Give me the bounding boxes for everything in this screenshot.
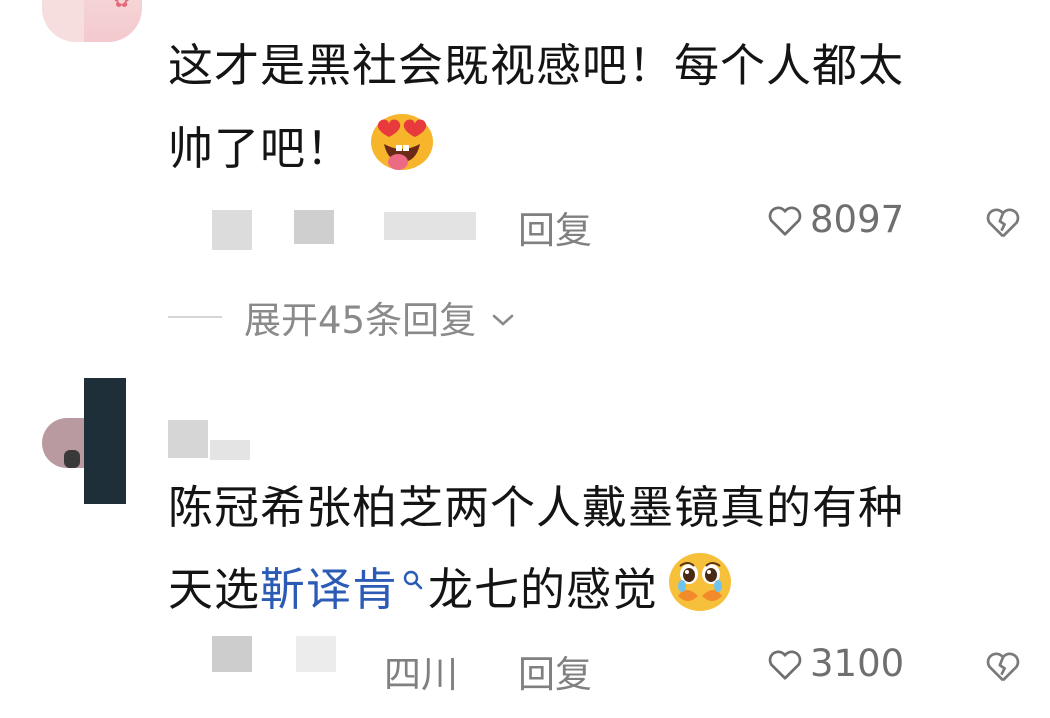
dislike-button[interactable] [984, 648, 1022, 684]
comment-text-line-2: 帅了吧！ [168, 106, 438, 191]
blurred-user-block [384, 212, 476, 240]
avatar-figure [64, 450, 80, 468]
blurred-user-block [296, 636, 336, 672]
pleading-teary-emoji-icon [664, 546, 736, 633]
broken-heart-icon [984, 204, 1022, 240]
comment-text-line: 陈冠希张柏芝两个人戴墨镜真的有种 [168, 481, 905, 534]
avatar-block [42, 0, 84, 42]
divider [168, 316, 222, 318]
blurred-user-block [212, 636, 252, 672]
search-icon[interactable] [402, 544, 424, 608]
comment-text-suffix: 龙七的感觉 [428, 562, 659, 616]
avatar[interactable]: ✿ [42, 0, 142, 42]
expand-replies-button[interactable]: 展开45条回复 [168, 290, 516, 344]
blurred-user-block [212, 210, 252, 250]
comment-text-line-2: 天选 靳译肯 龙七的感觉 [168, 546, 736, 633]
avatar-decoration-icon: ✿ [113, 0, 130, 12]
like-count: 3100 [810, 642, 905, 685]
expand-replies-label: 展开45条回复 [244, 299, 477, 342]
reply-button[interactable]: 回复 [518, 644, 592, 698]
heart-icon [766, 646, 804, 682]
avatar-block [84, 378, 126, 504]
chevron-down-icon [490, 296, 516, 339]
blurred-username-block [168, 420, 208, 458]
heart-eyes-tongue-emoji-icon [366, 106, 438, 191]
comment-text-line: 这才是黑社会既视感吧！每个人都太 [168, 39, 905, 92]
heart-icon [766, 202, 804, 238]
like-button[interactable]: 3100 [766, 642, 904, 685]
comment-text-line: 帅了吧！ [168, 121, 353, 175]
dislike-button[interactable] [984, 204, 1022, 240]
comment-text-prefix: 天选 [168, 562, 261, 616]
broken-heart-icon [984, 648, 1022, 684]
like-count: 8097 [810, 198, 905, 241]
search-link[interactable]: 靳译肯 [260, 558, 398, 622]
blurred-username-block [210, 440, 250, 460]
like-button[interactable]: 8097 [766, 198, 904, 241]
blurred-user-block [294, 210, 334, 244]
location-label: 四川 [384, 653, 458, 696]
avatar[interactable] [42, 378, 126, 504]
reply-button[interactable]: 回复 [518, 200, 592, 254]
